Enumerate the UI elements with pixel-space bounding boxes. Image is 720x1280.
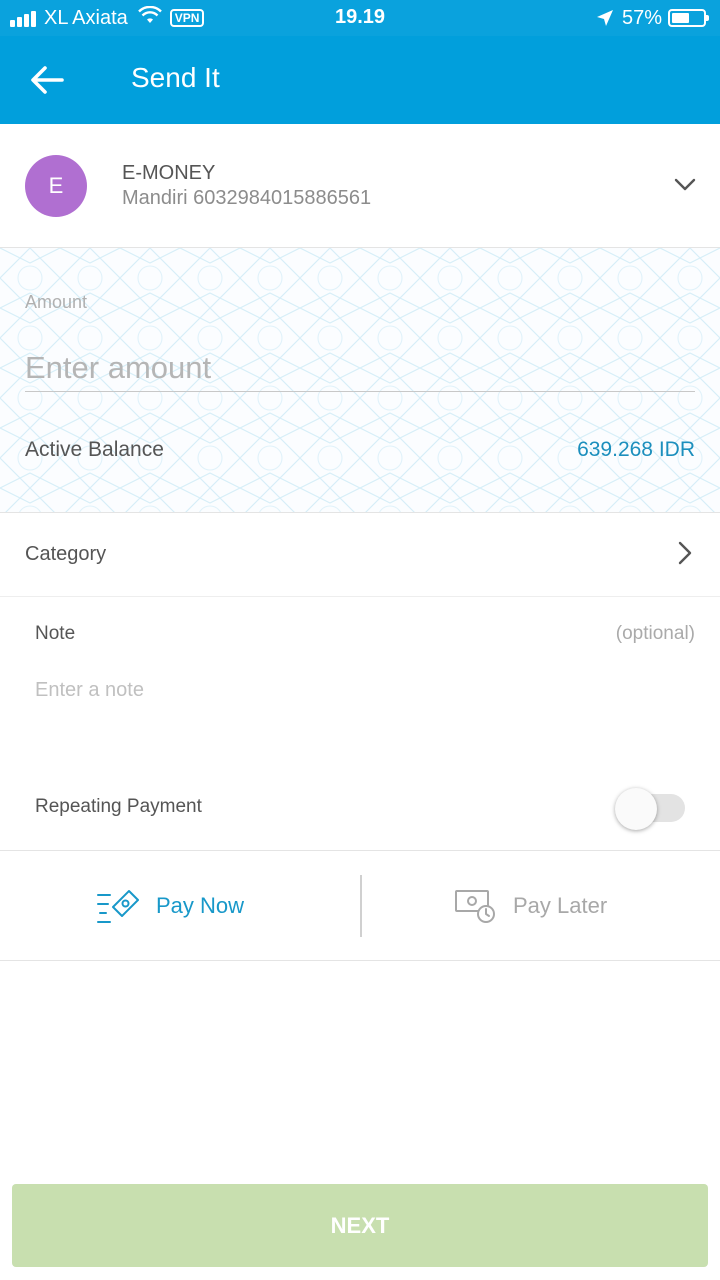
pay-now-option[interactable]: Pay Now (0, 851, 360, 961)
signal-icon (10, 9, 38, 27)
status-bar: XL Axiata VPN 19.19 57% (0, 0, 720, 36)
pay-later-icon (454, 887, 496, 925)
page-title: Send It (131, 62, 220, 93)
pay-now-label: Pay Now (156, 893, 245, 918)
app-header: Send It (0, 36, 720, 124)
chevron-right-icon (678, 541, 692, 565)
note-optional-hint: (optional) (615, 623, 695, 644)
pay-later-option[interactable]: Pay Later (362, 851, 720, 961)
account-number: Mandiri 6032984015886561 (122, 187, 372, 209)
pay-later-label: Pay Later (513, 893, 608, 918)
repeating-payment-label: Repeating Payment (35, 796, 202, 817)
category-row[interactable]: Category (0, 513, 720, 597)
vpn-badge: VPN (169, 9, 205, 27)
back-arrow-icon (30, 66, 64, 94)
note-label: Note (35, 623, 76, 644)
category-label: Category (25, 543, 107, 565)
amount-label: Amount (25, 292, 88, 312)
account-name: E-MONEY (122, 162, 216, 184)
status-left: XL Axiata VPN (10, 5, 205, 30)
note-section: Note (optional) Repeating Payment (0, 597, 720, 851)
amount-section: Amount Active Balance 639.268 IDR (0, 248, 720, 513)
back-button[interactable] (22, 56, 72, 104)
chevron-down-icon[interactable] (674, 178, 696, 192)
note-input[interactable] (35, 673, 685, 707)
amount-input[interactable] (25, 344, 695, 392)
repeating-payment-toggle[interactable] (615, 788, 685, 830)
toggle-knob (615, 788, 657, 830)
pay-now-icon (96, 885, 140, 925)
next-button[interactable]: NEXT (12, 1184, 708, 1267)
active-balance-label: Active Balance (25, 438, 164, 461)
location-arrow-icon (596, 9, 614, 27)
pay-options: Pay Now Pay Later (0, 851, 720, 961)
account-selector[interactable]: E E-MONEY Mandiri 6032984015886561 (0, 124, 720, 248)
wifi-icon (137, 5, 162, 30)
active-balance-value: 639.268 IDR (577, 438, 695, 461)
account-avatar: E (25, 155, 87, 217)
status-right: 57% (596, 6, 709, 30)
battery-icon (668, 9, 709, 27)
battery-percent: 57% (621, 6, 662, 29)
carrier-name: XL Axiata (44, 6, 128, 29)
